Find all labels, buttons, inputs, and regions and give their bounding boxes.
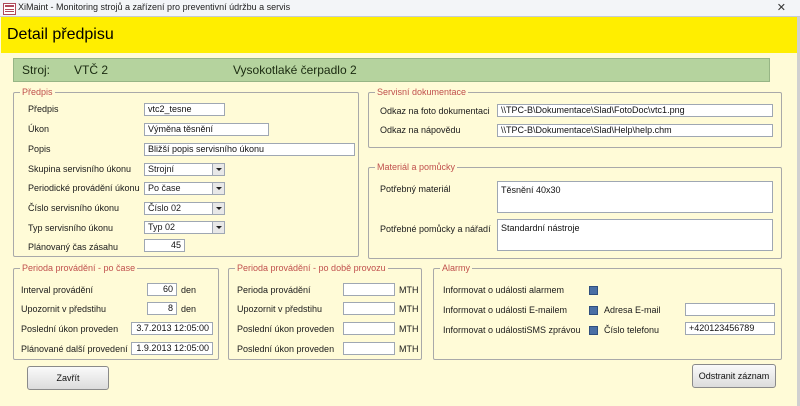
adresa-field[interactable] xyxy=(685,303,775,316)
napoveda-label: Odkaz na nápovědu xyxy=(380,125,461,135)
posledni-label: Poslední úkon proveden xyxy=(21,324,119,334)
cislo-label: Číslo servisního úkonu xyxy=(28,203,120,213)
upozornit-field[interactable]: 8 xyxy=(147,302,177,315)
popis-label: Popis xyxy=(28,144,51,154)
telefon-label: Číslo telefonu xyxy=(604,325,660,335)
typ-value: Typ 02 xyxy=(148,222,176,232)
upozornit-unit: den xyxy=(181,304,197,314)
chevron-down-icon[interactable] xyxy=(212,222,224,233)
material-field[interactable]: Těsnění 40x30 xyxy=(497,181,773,213)
page-title: Detail předpisu xyxy=(7,26,114,43)
periodicke-select[interactable]: Po čase xyxy=(144,182,225,195)
perioda-field[interactable] xyxy=(343,283,395,296)
dokumentace-legend: Servisní dokumentace xyxy=(375,87,469,97)
perioda-cas-group: Perioda provádění - po čase Interval pro… xyxy=(13,263,219,360)
ukon-label: Úkon xyxy=(28,124,50,134)
typ-label: Typ servisního úkonu xyxy=(28,223,114,233)
provoz-posledni1-label: Poslední úkon proveden xyxy=(237,324,335,334)
provoz-upozornit-field[interactable] xyxy=(343,302,395,315)
napoveda-field[interactable]: \\TPC-B\Dokumentace\Slad\Help\help.chm xyxy=(497,124,773,137)
material-group: Materiál a pomůcky Potřebný materiál Těs… xyxy=(368,162,782,259)
interval-label: Interval provádění xyxy=(21,285,94,295)
skupina-select[interactable]: Strojní xyxy=(144,163,225,176)
perioda-label: Perioda provádění xyxy=(237,285,311,295)
machine-name: Vysokotlaké čerpadlo 2 xyxy=(233,63,357,77)
alarm-label: Informovat o události alarmem xyxy=(443,285,565,295)
provoz-posledni1-field[interactable] xyxy=(343,322,395,335)
provoz-upozornit-label: Upozornit v předstihu xyxy=(237,304,323,314)
skupina-value: Strojní xyxy=(148,164,175,174)
chevron-down-icon[interactable] xyxy=(212,164,224,175)
skupina-label: Skupina servisního úkonu xyxy=(28,164,132,174)
chevron-down-icon[interactable] xyxy=(212,183,224,194)
planovane-field[interactable]: 1.9.2013 12:05:00 xyxy=(131,342,213,355)
perioda-provoz-legend: Perioda provádění - po době provozu xyxy=(235,263,388,273)
alarm-checkbox[interactable] xyxy=(589,286,598,295)
predpis-field[interactable]: vtc2_tesne xyxy=(144,103,225,116)
ukon-field[interactable]: Výměna těsnění xyxy=(144,123,269,136)
cas-label: Plánovaný čas zásahu xyxy=(28,242,119,252)
perioda-unit: MTH xyxy=(399,285,419,295)
predpis-label: Předpis xyxy=(28,104,59,114)
periodicke-value: Po čase xyxy=(148,183,181,193)
dokumentace-group: Servisní dokumentace Odkaz na foto dokum… xyxy=(368,87,782,148)
material-legend: Materiál a pomůcky xyxy=(375,162,458,172)
pomucky-field[interactable]: Standardní nástroje xyxy=(497,219,773,251)
upozornit-label: Upozornit v předstihu xyxy=(21,304,107,314)
perioda-provoz-group: Perioda provádění - po době provozu Peri… xyxy=(228,263,422,360)
app-icon xyxy=(3,3,16,15)
close-window-icon[interactable]: ✕ xyxy=(777,1,786,14)
material-label: Potřebný materiál xyxy=(380,184,451,194)
alarmy-group: Alarmy Informovat o události alarmem Inf… xyxy=(433,263,782,360)
machine-code: VTČ 2 xyxy=(74,63,109,77)
alarmy-legend: Alarmy xyxy=(440,263,473,273)
provoz-upozornit-unit: MTH xyxy=(399,304,419,314)
predpis-group: Předpis Předpis vtc2_tesne Úkon Výměna t… xyxy=(13,87,359,257)
delete-record-button[interactable]: Odstranit záznam xyxy=(692,364,776,388)
provoz-posledni2-unit: MTH xyxy=(399,344,419,354)
cislo-select[interactable]: Číslo 02 xyxy=(144,202,225,215)
form-header: Detail předpisu xyxy=(1,17,799,53)
foto-field[interactable]: \\TPC-B\Dokumentace\Slad\FotoDoc\vtc1.pn… xyxy=(497,104,773,117)
periodicke-label: Periodické provádění úkonu xyxy=(28,183,140,193)
cislo-value: Číslo 02 xyxy=(148,203,182,213)
sms-checkbox[interactable] xyxy=(589,326,598,335)
provoz-posledni2-label: Poslední úkon proveden xyxy=(237,344,335,354)
provoz-posledni1-unit: MTH xyxy=(399,324,419,334)
telefon-field[interactable]: +420123456789 xyxy=(685,322,775,335)
interval-unit: den xyxy=(181,285,197,295)
chevron-down-icon[interactable] xyxy=(212,203,224,214)
adresa-label: Adresa E-mail xyxy=(604,305,661,315)
interval-field[interactable]: 60 xyxy=(147,283,177,296)
perioda-cas-legend: Perioda provádění - po čase xyxy=(20,263,138,273)
planovane-label: Plánované další provedení xyxy=(21,344,128,354)
popis-field[interactable]: Bližší popis servisního úkonu xyxy=(144,143,355,156)
email-label: Informovat o události E-mailem xyxy=(443,305,568,315)
machine-band: Stroj: VTČ 2 Vysokotlaké čerpadlo 2 xyxy=(13,58,770,82)
window-title: XiMaint - Monitoring strojů a zařízení p… xyxy=(18,2,291,12)
pomucky-label: Potřebné pomůcky a nářadí xyxy=(380,224,491,234)
close-button[interactable]: Zavřít xyxy=(27,366,109,390)
typ-select[interactable]: Typ 02 xyxy=(144,221,225,234)
posledni-field[interactable]: 3.7.2013 12:05:00 xyxy=(131,322,213,335)
sms-label: Informovat o událostiSMS zprávou xyxy=(443,325,581,335)
window-titlebar: XiMaint - Monitoring strojů a zařízení p… xyxy=(0,0,800,17)
cas-field[interactable]: 45 xyxy=(144,239,185,252)
foto-label: Odkaz na foto dokumentaci xyxy=(380,106,490,116)
email-checkbox[interactable] xyxy=(589,306,598,315)
predpis-legend: Předpis xyxy=(20,87,55,97)
provoz-posledni2-field[interactable] xyxy=(343,342,395,355)
machine-label: Stroj: xyxy=(22,63,51,77)
